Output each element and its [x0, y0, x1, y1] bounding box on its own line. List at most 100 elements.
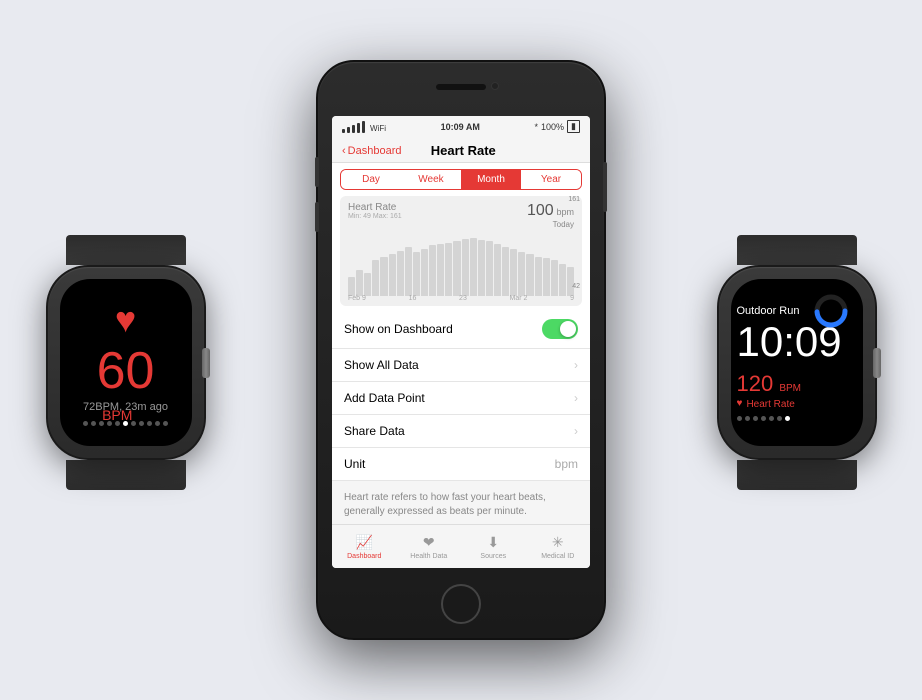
chart-date-3: 23	[459, 295, 467, 302]
chart-bar	[502, 247, 509, 296]
watch-band-top	[66, 235, 186, 265]
chart-date-5: 9	[570, 295, 574, 302]
chevron-icon: ›	[574, 424, 578, 438]
chart-min-max: Min: 49 Max: 161	[348, 213, 402, 220]
show-on-dashboard-label: Show on Dashboard	[344, 322, 453, 336]
status-time: 10:09 AM	[441, 122, 480, 132]
show-all-data-row[interactable]: Show All Data ›	[332, 349, 590, 382]
watch-dot-right	[761, 416, 766, 421]
watch-dot-right	[777, 416, 782, 421]
chart-bars	[348, 231, 574, 296]
iphone-home-button[interactable]	[441, 584, 481, 624]
tab-health-label: Health Data	[410, 553, 447, 560]
watch-dot	[91, 421, 96, 426]
unit-value: bpm	[555, 457, 578, 471]
chart-bar	[551, 260, 558, 296]
unit-label: Unit	[344, 457, 365, 471]
tab-sources-label: Sources	[480, 553, 506, 560]
dashboard-icon: 📈	[356, 534, 373, 551]
chevron-icon: ›	[574, 391, 578, 405]
watch-dot	[147, 421, 152, 426]
nav-bar: ‹ Dashboard Heart Rate	[332, 137, 590, 163]
watch-bpm-label-right: BPM	[779, 383, 801, 394]
iphone-vol-up	[315, 157, 319, 187]
iphone-container: WiFi 10:09 AM * 100% ▮ ‹ Dashboard He	[316, 60, 606, 640]
chart-bar	[372, 260, 379, 296]
tab-month[interactable]: Month	[461, 170, 521, 189]
watch-body-left: ♥ 60 BPM 72BPM, 23m ago	[46, 265, 206, 460]
unit-row[interactable]: Unit bpm	[332, 448, 590, 481]
chart-header: Heart Rate Min: 49 Max: 161 100 bpm Toda…	[348, 202, 574, 229]
chart-bar	[470, 238, 477, 297]
chart-high-label: 161	[568, 196, 580, 203]
watch-dot-right	[737, 416, 742, 421]
sources-icon: ⬇	[487, 534, 499, 551]
chart-bar	[364, 273, 371, 296]
chart-bar	[437, 244, 444, 296]
chart-bar	[518, 252, 525, 296]
watch-band-top-right	[737, 235, 857, 265]
iphone-screen: WiFi 10:09 AM * 100% ▮ ‹ Dashboard He	[332, 116, 590, 568]
chart-bar	[526, 254, 533, 296]
tab-year[interactable]: Year	[521, 170, 581, 189]
watch-heart-icon: ♥	[115, 299, 136, 341]
watch-bpm-value-right: 120	[737, 371, 774, 396]
watch-screen-left: ♥ 60 BPM 72BPM, 23m ago	[60, 279, 192, 446]
chart-bar	[559, 264, 566, 297]
show-all-data-label: Show All Data	[344, 358, 419, 372]
chart-bar	[535, 257, 542, 296]
toggle-knob	[560, 321, 576, 337]
signal-bars: WiFi	[342, 121, 386, 133]
tab-day[interactable]: Day	[341, 170, 401, 189]
watch-heart-rate-label: Heart Rate	[746, 399, 794, 410]
add-data-point-row[interactable]: Add Data Point ›	[332, 382, 590, 415]
battery-label: 100%	[541, 122, 564, 132]
description-text: Heart rate refers to how fast your heart…	[344, 492, 546, 517]
status-bar: WiFi 10:09 AM * 100% ▮	[332, 116, 590, 137]
tab-week[interactable]: Week	[401, 170, 461, 189]
iphone-speaker	[436, 84, 486, 90]
heart-rate-chart: Heart Rate Min: 49 Max: 161 100 bpm Toda…	[340, 196, 582, 306]
iphone-body: WiFi 10:09 AM * 100% ▮ ‹ Dashboard He	[316, 60, 606, 640]
watch-bpm-label: BPM	[102, 407, 132, 423]
chart-bar	[413, 252, 420, 296]
share-data-row[interactable]: Share Data ›	[332, 415, 590, 448]
watch-dot-right	[745, 416, 750, 421]
tab-dashboard[interactable]: 📈 Dashboard	[332, 525, 397, 568]
tab-sources[interactable]: ⬇ Sources	[461, 525, 526, 568]
watch-dot-right	[753, 416, 758, 421]
add-data-point-label: Add Data Point	[344, 391, 425, 405]
chart-bar	[348, 277, 355, 297]
tab-medical-label: Medical ID	[541, 553, 574, 560]
tab-health-data[interactable]: ❤ Health Data	[397, 525, 462, 568]
watch-right: Outdoor Run 10:09 120 BPM ♥ Heart Rate	[699, 235, 894, 465]
watch-band-bottom-right	[737, 460, 857, 490]
chart-bpm-value: 100	[527, 202, 554, 219]
tab-bar: 📈 Dashboard ❤ Health Data ⬇ Sources ✳ Me…	[332, 524, 590, 568]
chart-bar	[397, 251, 404, 297]
chart-date-4: Mar 2	[510, 295, 528, 302]
tab-medical-id[interactable]: ✳ Medical ID	[526, 525, 591, 568]
chart-bar	[567, 267, 574, 296]
show-on-dashboard-row[interactable]: Show on Dashboard	[332, 310, 590, 349]
watch-dot	[139, 421, 144, 426]
toggle-switch[interactable]	[542, 319, 578, 339]
chart-date-1: Feb 9	[348, 295, 366, 302]
chart-bar	[494, 244, 501, 296]
watch-activity-ring	[813, 293, 849, 329]
status-right: * 100% ▮	[535, 120, 581, 133]
battery-icon: ▮	[567, 120, 580, 133]
iphone-vol-down	[315, 202, 319, 232]
bluetooth-icon: *	[535, 122, 539, 132]
nav-back-button[interactable]: ‹ Dashboard	[342, 145, 402, 157]
watch-band-bottom	[66, 460, 186, 490]
watch-screen-right: Outdoor Run 10:09 120 BPM ♥ Heart Rate	[731, 279, 863, 446]
list-section: Show on Dashboard Show All Data › Add Da…	[332, 310, 590, 481]
watch-crown-right	[873, 348, 881, 378]
chart-bar	[445, 243, 452, 296]
chart-bar	[543, 258, 550, 296]
description-section: Heart rate refers to how fast your heart…	[332, 481, 590, 529]
segment-control[interactable]: Day Week Month Year	[340, 169, 582, 190]
watch-dot	[83, 421, 88, 426]
watch-bpm-value: 60	[97, 345, 155, 397]
